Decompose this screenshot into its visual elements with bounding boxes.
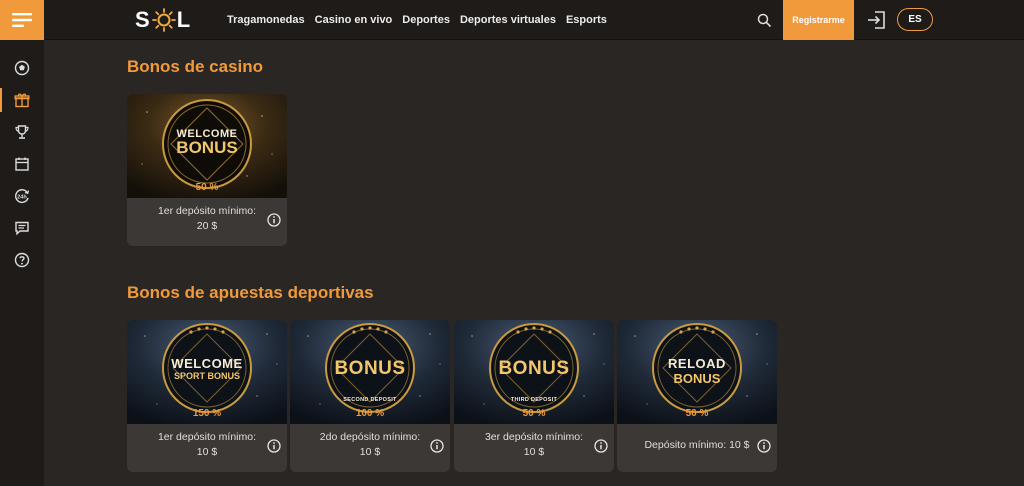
bonus-card[interactable]: RELOAD BONUS 50 % Depósito mínimo: 10 $ — [617, 320, 777, 472]
bonus-description: 1er depósito mínimo: 10 $ — [149, 430, 265, 460]
soccer-ball-icon — [14, 60, 30, 76]
badge-line1: BONUS — [498, 358, 570, 379]
bonus-description-line1: 1er depósito mínimo: — [157, 205, 257, 217]
sol-logo[interactable]: S L — [135, 7, 191, 33]
badge-line1: BONUS — [334, 358, 406, 379]
gift-icon — [14, 93, 30, 108]
svg-text:24h: 24h — [17, 195, 27, 201]
badge-line2: SPORT BONUS — [173, 371, 240, 381]
nav-deportes[interactable]: Deportes — [402, 14, 450, 26]
bonus-percent: 150 % — [192, 408, 222, 419]
sports-bonuses-title: Bonos de apuestas deportivas — [127, 283, 374, 302]
bonus-card[interactable]: BONUS THIRD DEPOSIT 50 % 3er depósito mínim… — [454, 320, 614, 472]
info-icon[interactable] — [267, 213, 281, 227]
nav-deportes-virtuales[interactable]: Deportes virtuales — [460, 14, 556, 26]
bonus-card[interactable]: BONUS SECOND DEPOSIT 100 % 2do depósito mín… — [290, 320, 450, 472]
sidebar-item-support-24h[interactable]: 24h — [0, 180, 44, 212]
bonus-description-line1: Depósito mínimo: 10 $ — [644, 439, 750, 451]
login-button[interactable] — [866, 9, 888, 31]
bonus-description-line2: 10 $ — [523, 446, 545, 458]
trophy-icon — [15, 125, 29, 139]
sidebar: 24h — [0, 40, 44, 486]
menu-button[interactable] — [0, 0, 44, 40]
logo-letter-s: S — [135, 7, 151, 32]
hamburger-icon — [12, 13, 32, 27]
bonus-description-line2: 10 $ — [196, 446, 218, 458]
bonus-percent: 100 % — [355, 408, 385, 419]
bonus-card[interactable]: WELCOME SPORT BONUS 150 % 1er depósito míni… — [127, 320, 287, 472]
bonus-card[interactable]: WELCOME BONUS 50 % 1er depósito mínimo: … — [127, 94, 287, 246]
bonus-percent: 50 % — [195, 182, 219, 193]
chat-icon — [15, 221, 29, 236]
info-icon[interactable] — [594, 439, 608, 453]
24h-icon: 24h — [15, 189, 30, 204]
bonus-description: 1er depósito mínimo: 20 $ — [149, 204, 265, 234]
badge-line2: BONUS — [176, 138, 238, 157]
badge-subtitle: THIRD DEPOSIT — [510, 397, 558, 403]
sidebar-item-chat[interactable] — [0, 212, 44, 244]
calendar-icon — [15, 157, 29, 171]
search-button[interactable] — [754, 10, 774, 30]
nav-esports[interactable]: Esports — [566, 14, 607, 26]
info-icon[interactable] — [757, 439, 771, 453]
bonus-percent: 50 % — [522, 408, 546, 419]
register-button[interactable]: Registrarme — [783, 0, 854, 40]
badge-line1: WELCOME — [171, 356, 243, 371]
bonus-description-line1: 3er depósito mínimo: — [484, 431, 584, 443]
info-icon[interactable] — [430, 439, 444, 453]
casino-bonuses-title: Bonos de casino — [127, 57, 264, 76]
search-icon — [757, 13, 771, 27]
bonus-percent: 50 % — [685, 408, 709, 419]
bonus-description-line2: 10 $ — [359, 446, 381, 458]
bonus-description-line1: 2do depósito mínimo: — [319, 431, 421, 443]
nav-casino-en-vivo[interactable]: Casino en vivo — [315, 14, 393, 26]
bonus-description: Depósito mínimo: 10 $ — [639, 438, 755, 453]
nav-tragamonedas[interactable]: Tragamonedas — [227, 14, 305, 26]
badge-line1: RELOAD — [668, 356, 726, 371]
sidebar-item-calendar[interactable] — [0, 148, 44, 180]
badge-line2: BONUS — [673, 371, 721, 386]
sidebar-item-tournaments[interactable] — [0, 116, 44, 148]
bonus-description-line2: 20 $ — [196, 220, 218, 232]
logo-letter-l: L — [176, 7, 192, 32]
bonus-description: 2do depósito mínimo: 10 $ — [312, 430, 428, 460]
sidebar-item-help[interactable] — [0, 244, 44, 276]
login-icon — [868, 11, 885, 29]
bonus-description-line1: 1er depósito mínimo: — [157, 431, 257, 443]
help-icon — [14, 252, 30, 268]
sun-icon — [151, 8, 176, 32]
info-icon[interactable] — [267, 439, 281, 453]
main-nav: Tragamonedas Casino en vivo Deportes Dep… — [227, 0, 607, 40]
bonus-description: 3er depósito mínimo: 10 $ — [476, 430, 592, 460]
sidebar-item-bonuses[interactable] — [0, 84, 44, 116]
sidebar-item-sports[interactable] — [0, 52, 44, 84]
language-selector[interactable]: ES — [897, 8, 933, 31]
badge-subtitle: SECOND DEPOSIT — [343, 397, 397, 403]
top-bar: S L Tragamonedas Casino en vivo Deportes… — [0, 0, 1024, 40]
